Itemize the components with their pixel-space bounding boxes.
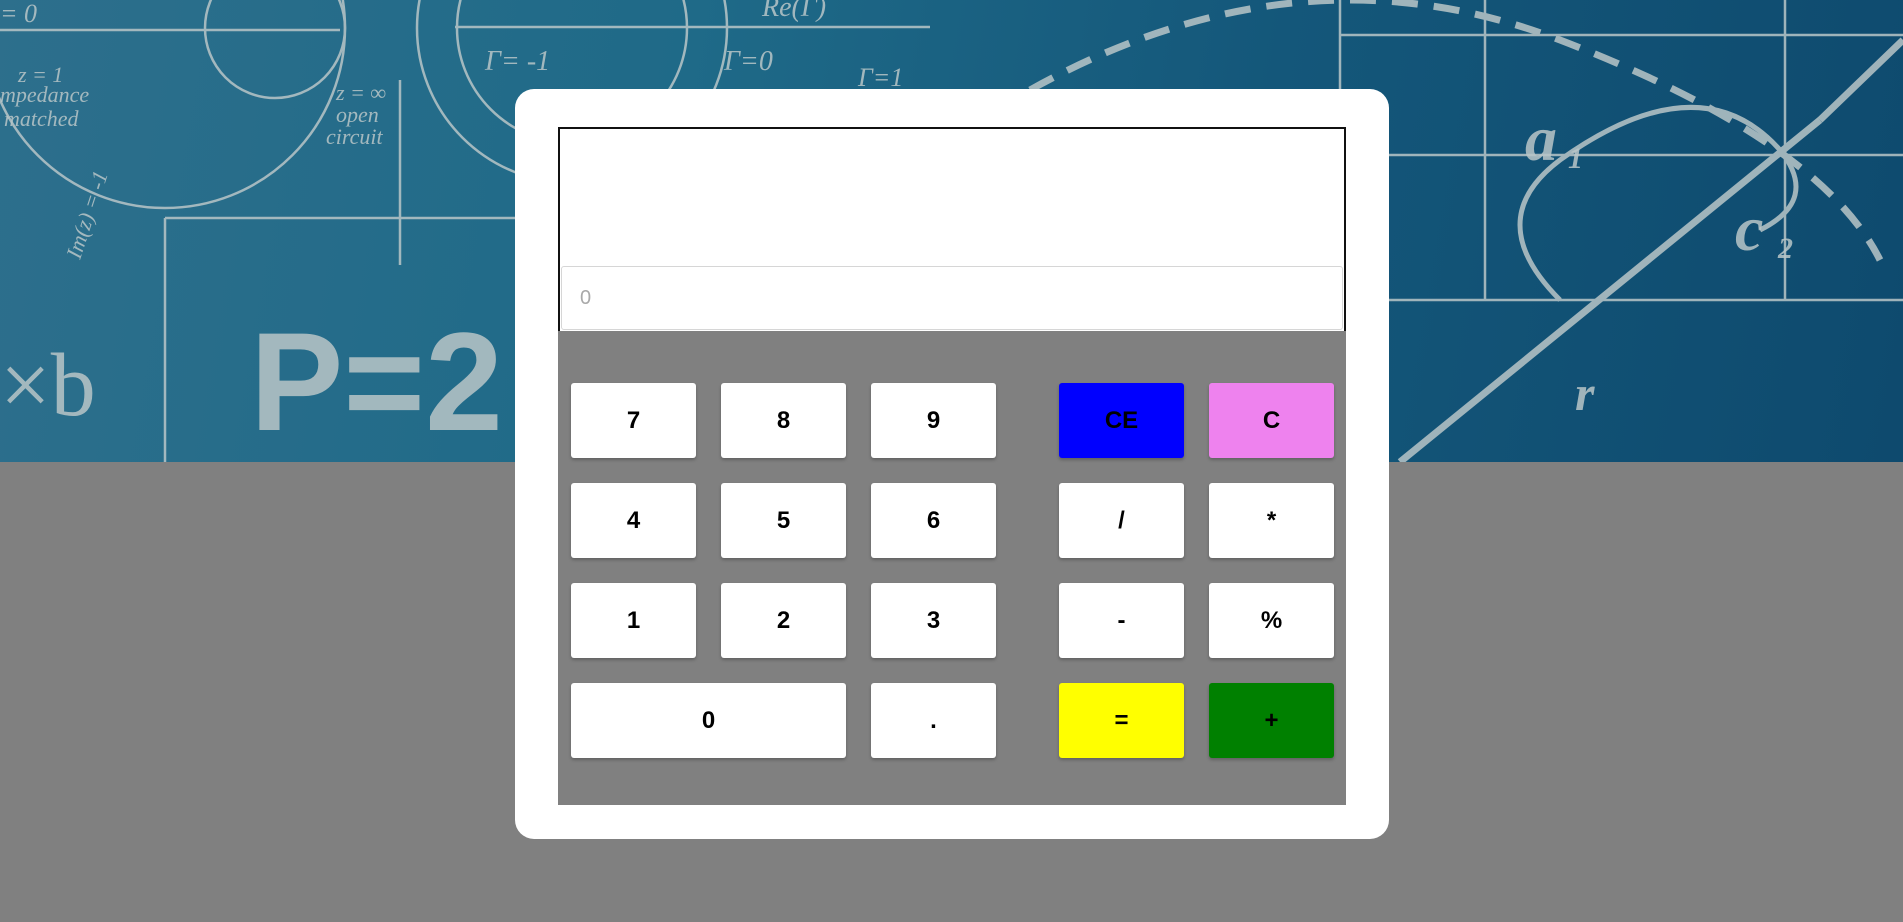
key-6-button[interactable]: 6 [871, 483, 996, 558]
key-3-button[interactable]: 3 [871, 583, 996, 658]
key-4-button[interactable]: 4 [571, 483, 696, 558]
banner-text: Γ=1 [857, 63, 903, 92]
key-0-button[interactable]: 0 [571, 683, 846, 758]
key-5-button[interactable]: 5 [721, 483, 846, 558]
banner-text: mpedance [0, 82, 89, 107]
keypad: 7 8 9 CE C 4 5 6 / * 1 2 3 - % 0 . = + [558, 331, 1346, 805]
add-button[interactable]: + [1209, 683, 1334, 758]
decimal-button[interactable]: . [871, 683, 996, 758]
equals-button[interactable]: = [1059, 683, 1184, 758]
key-9-button[interactable]: 9 [871, 383, 996, 458]
key-1-button[interactable]: 1 [571, 583, 696, 658]
banner-text: a [1525, 103, 1557, 174]
calculator: 7 8 9 CE C 4 5 6 / * 1 2 3 - % 0 . = + [515, 89, 1389, 839]
banner-text: Re(Γ) [761, 0, 826, 23]
banner-text: Γ=0 [723, 46, 773, 77]
banner-text: c [1735, 193, 1763, 264]
history-display [560, 129, 1344, 265]
key-8-button[interactable]: 8 [721, 383, 846, 458]
key-2-button[interactable]: 2 [721, 583, 846, 658]
banner-text: Im(z) = -1 [61, 168, 113, 263]
banner-text: 1 [1568, 142, 1583, 175]
display-panel [558, 127, 1346, 333]
clear-button[interactable]: C [1209, 383, 1334, 458]
banner-text: = 0 [0, 0, 37, 28]
banner-text: ×b [0, 336, 96, 435]
clear-entry-button[interactable]: CE [1059, 383, 1184, 458]
divide-button[interactable]: / [1059, 483, 1184, 558]
banner-text: Γ= -1 [484, 46, 550, 77]
banner-text: 2 [1777, 232, 1793, 265]
banner-text: P=2 [250, 303, 503, 460]
key-7-button[interactable]: 7 [571, 383, 696, 458]
percent-button[interactable]: % [1209, 583, 1334, 658]
banner-text: matched [4, 106, 80, 131]
multiply-button[interactable]: * [1209, 483, 1334, 558]
banner-text: r [1575, 365, 1595, 421]
entry-input[interactable] [561, 266, 1343, 330]
subtract-button[interactable]: - [1059, 583, 1184, 658]
banner-text: circuit [326, 124, 383, 149]
